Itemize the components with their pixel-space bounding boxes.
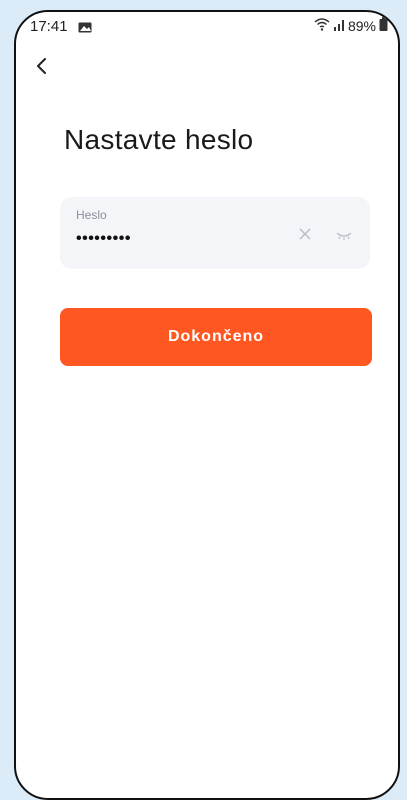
password-label: Heslo: [76, 208, 107, 222]
signal-icon: [333, 18, 345, 34]
status-bar: 17:41 89%: [16, 12, 398, 40]
battery-icon: [379, 17, 388, 34]
phone-screen: 17:41 89% Nastavte heslo Heslo •••••••••…: [14, 10, 400, 800]
status-right: 89%: [314, 17, 388, 34]
back-button[interactable]: [28, 52, 56, 80]
close-icon[interactable]: [298, 227, 312, 241]
page-title: Nastavte heslo: [64, 124, 254, 155]
password-input[interactable]: •••••••••: [76, 230, 131, 248]
gallery-icon: [78, 20, 92, 33]
status-time: 17:41: [30, 18, 68, 35]
chevron-left-icon: [28, 58, 56, 84]
battery-percent: 89%: [347, 17, 376, 34]
eye-closed-icon[interactable]: [336, 228, 352, 240]
password-field[interactable]: Heslo •••••••••: [60, 197, 370, 269]
done-button[interactable]: Dokončeno: [60, 308, 372, 366]
wifi-icon: [314, 17, 330, 34]
